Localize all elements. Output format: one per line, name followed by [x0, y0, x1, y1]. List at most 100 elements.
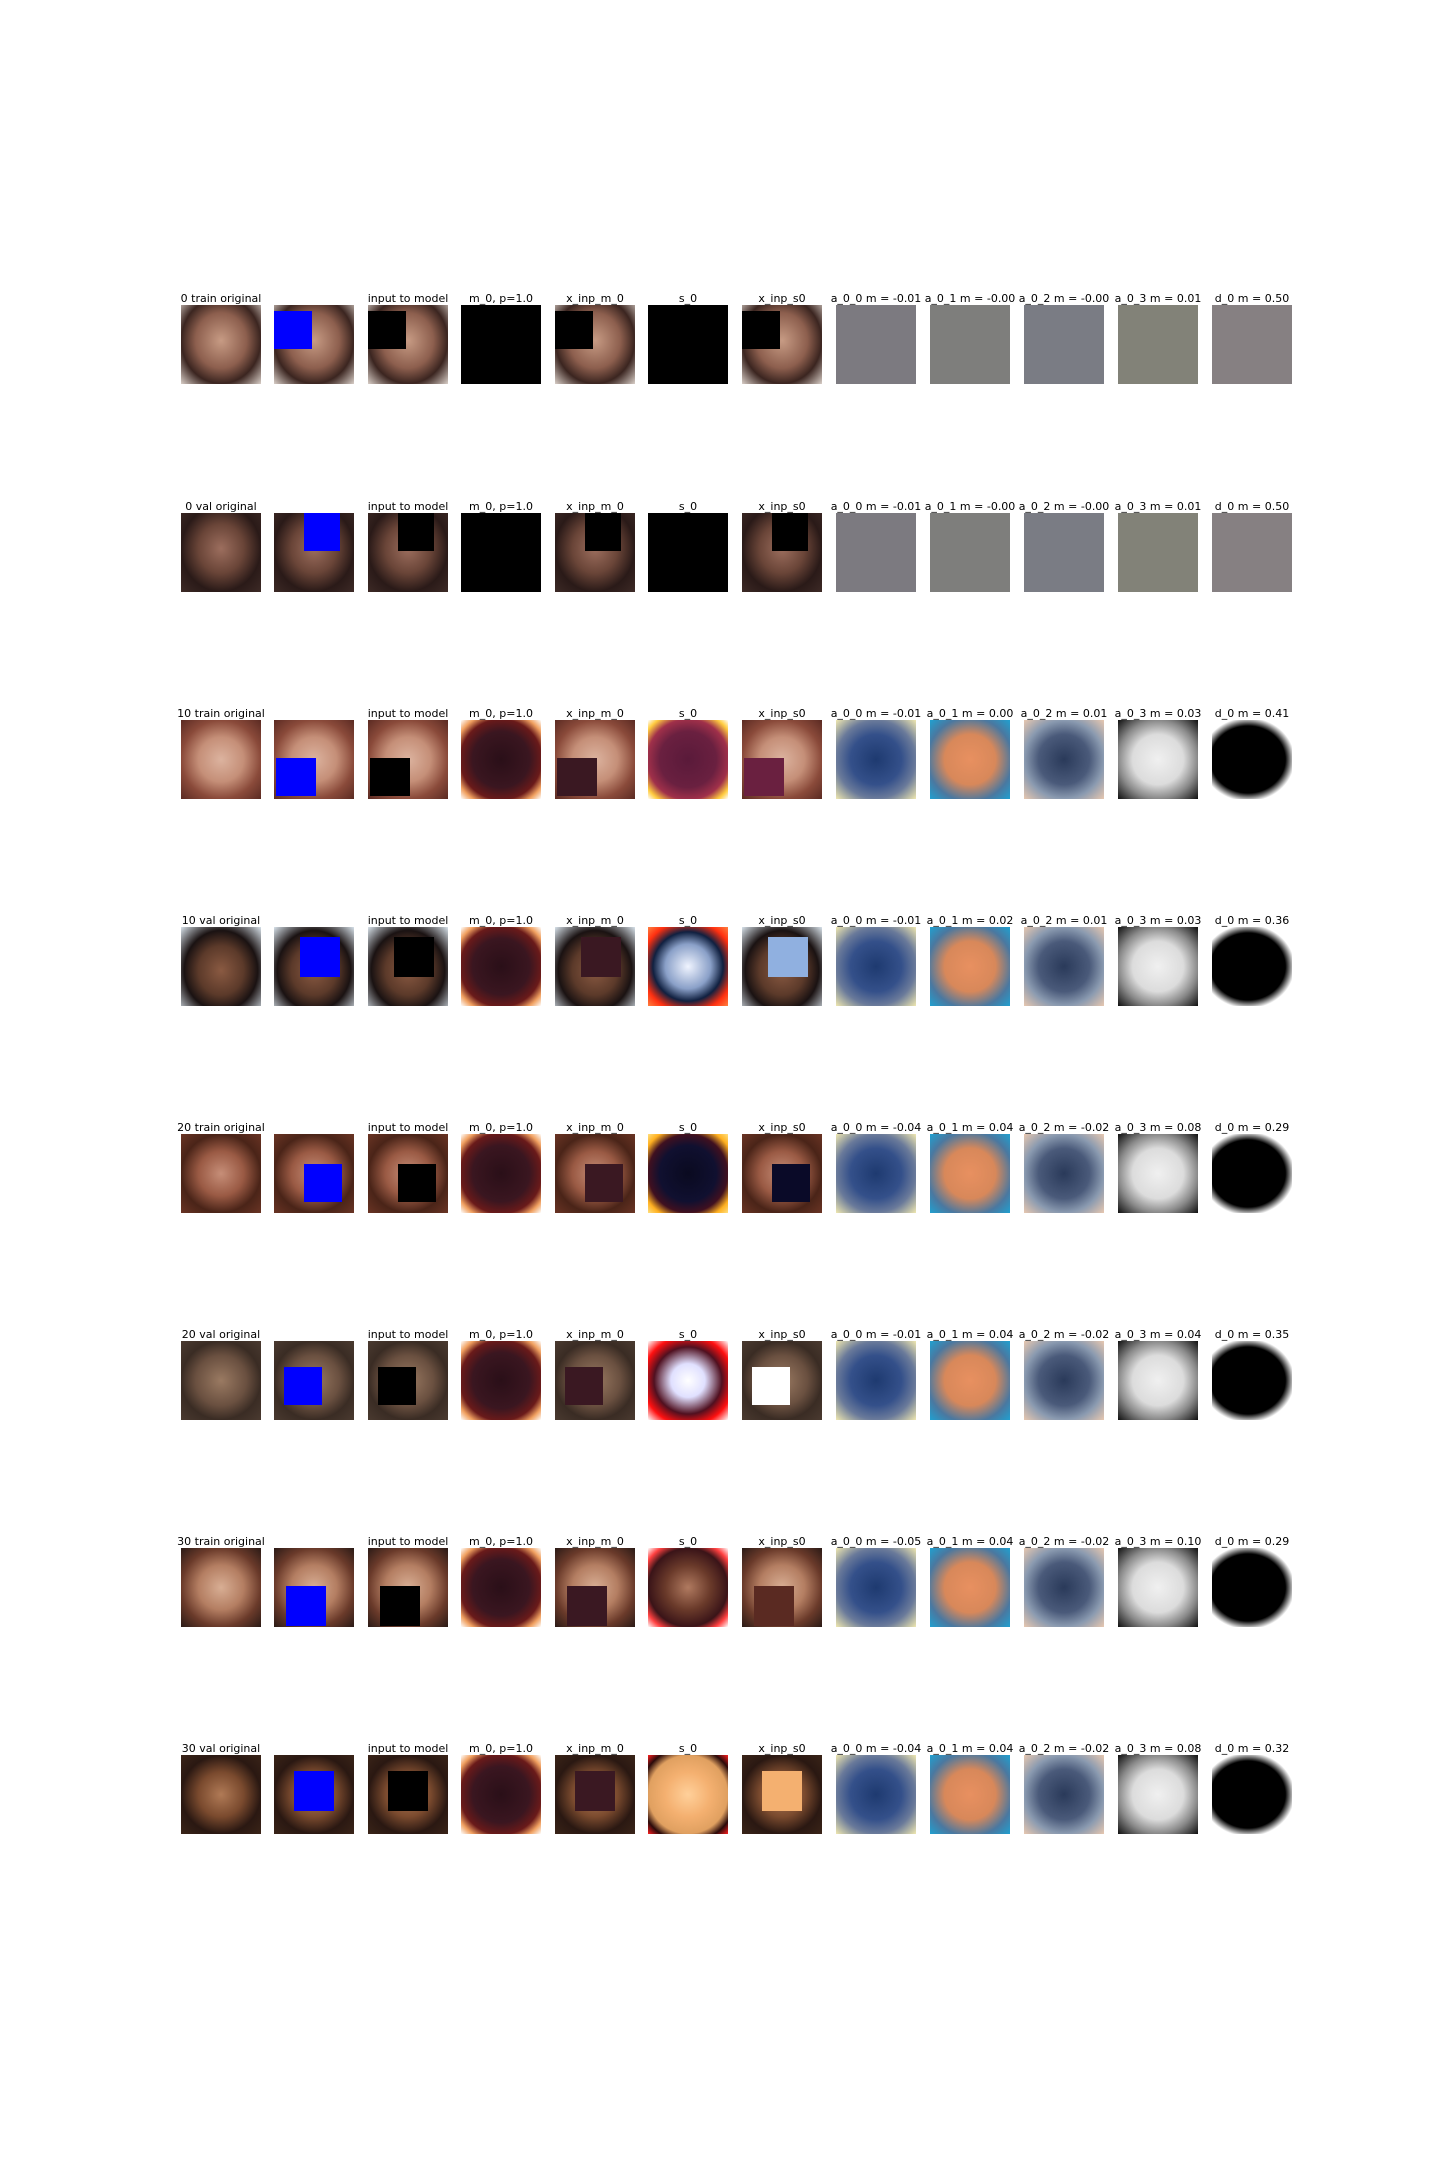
image-content [1212, 513, 1292, 592]
cell-label: input to model [367, 914, 449, 927]
cell-label: input to model [367, 292, 449, 305]
cell-label: a_0_0 m = -0.01 [830, 292, 922, 305]
cell-label: a_0_1 m = -0.00 [924, 500, 1016, 513]
image-content [461, 1755, 541, 1834]
cell-label: x_inp_s0 [758, 500, 806, 513]
image-content [1024, 305, 1104, 384]
image-content [181, 1134, 261, 1213]
figure-grid: 0 train original input to model m_0, p=1.0… [0, 0, 1440, 2160]
image-tile [742, 927, 822, 1006]
image-tile [742, 513, 822, 592]
cell-label: x_inp_s0 [758, 1535, 806, 1548]
image-tile [368, 927, 448, 1006]
image-content [836, 513, 916, 592]
image-tile [1212, 305, 1292, 384]
image-tile [555, 927, 635, 1006]
cell-label: a_0_1 m = 0.04 [926, 1121, 1014, 1134]
mask-square-black [380, 1586, 420, 1626]
cell-label: a_0_2 m = -0.02 [1018, 1742, 1110, 1755]
image-content [930, 513, 1010, 592]
cell-label: a_0_3 m = 0.08 [1114, 1121, 1202, 1134]
image-tile [274, 927, 354, 1006]
cell-label: a_0_3 m = 0.01 [1114, 292, 1202, 305]
cell-label: x_inp_s0 [758, 1328, 806, 1341]
image-tile [836, 1548, 916, 1627]
image-tile [742, 1548, 822, 1627]
mask-square-black [394, 937, 434, 977]
image-tile [368, 513, 448, 592]
cell-label: s_0 [678, 500, 698, 513]
mask-square-black [388, 1771, 428, 1811]
cell-label: d_0 m = 0.50 [1214, 292, 1290, 305]
cell-label: d_0 m = 0.29 [1214, 1535, 1290, 1548]
inpaint-square [565, 1367, 603, 1405]
cell-label: x_inp_m_0 [566, 1121, 624, 1134]
inpaint-square [762, 1771, 802, 1811]
image-tile [181, 1134, 261, 1213]
image-content [930, 720, 1010, 799]
image-tile [836, 305, 916, 384]
image-tile [648, 1134, 728, 1213]
cell-label: x_inp_m_0 [566, 1328, 624, 1341]
mask-square-blue [284, 1367, 322, 1405]
image-tile [930, 1755, 1010, 1834]
image-tile [836, 1755, 916, 1834]
image-tile [368, 1341, 448, 1420]
inpaint-square [754, 1586, 794, 1626]
image-tile [461, 1341, 541, 1420]
image-content [181, 1341, 261, 1420]
image-tile [648, 513, 728, 592]
image-tile [742, 1134, 822, 1213]
image-tile [742, 1755, 822, 1834]
mask-square-blue [276, 758, 316, 796]
image-content [1212, 305, 1292, 384]
image-tile [274, 1755, 354, 1834]
mask-square-blue [304, 513, 340, 551]
image-tile [1118, 720, 1198, 799]
image-content [836, 1341, 916, 1420]
cell-label: a_0_1 m = -0.00 [924, 292, 1016, 305]
cell-label: a_0_1 m = 0.02 [926, 914, 1014, 927]
image-content [461, 513, 541, 592]
image-content [1024, 1548, 1104, 1627]
image-content [1212, 1341, 1292, 1420]
cell-label: s_0 [678, 292, 698, 305]
image-tile [1212, 1134, 1292, 1213]
cell-label: s_0 [678, 1121, 698, 1134]
cell-label: m_0, p=1.0 [469, 1121, 533, 1134]
cell-label: x_inp_m_0 [566, 1742, 624, 1755]
image-content [648, 1755, 728, 1834]
image-tile [648, 305, 728, 384]
image-tile [555, 1755, 635, 1834]
image-content [648, 1548, 728, 1627]
cell-label: input to model [367, 500, 449, 513]
image-content [1024, 720, 1104, 799]
image-content [648, 927, 728, 1006]
image-content [930, 1341, 1010, 1420]
cell-label: a_0_0 m = -0.01 [830, 707, 922, 720]
image-content [1024, 1341, 1104, 1420]
cell-label: a_0_2 m = -0.02 [1018, 1535, 1110, 1548]
cell-label: 10 val original [181, 914, 261, 927]
image-tile [648, 1755, 728, 1834]
inpaint-square [555, 311, 593, 349]
image-tile [368, 305, 448, 384]
image-content [461, 720, 541, 799]
image-content [930, 1755, 1010, 1834]
mask-square-black [378, 1367, 416, 1405]
image-content [1024, 1755, 1104, 1834]
cell-label: m_0, p=1.0 [469, 1328, 533, 1341]
cell-label: s_0 [678, 914, 698, 927]
image-tile [930, 1341, 1010, 1420]
cell-label: x_inp_m_0 [566, 500, 624, 513]
image-tile [1118, 1548, 1198, 1627]
image-content [181, 720, 261, 799]
inpaint-square [772, 1164, 810, 1202]
image-content [836, 720, 916, 799]
image-tile [1212, 927, 1292, 1006]
cell-label: m_0, p=1.0 [469, 292, 533, 305]
image-content [1118, 1341, 1198, 1420]
image-tile [181, 305, 261, 384]
image-tile [181, 1548, 261, 1627]
cell-label: x_inp_m_0 [566, 707, 624, 720]
